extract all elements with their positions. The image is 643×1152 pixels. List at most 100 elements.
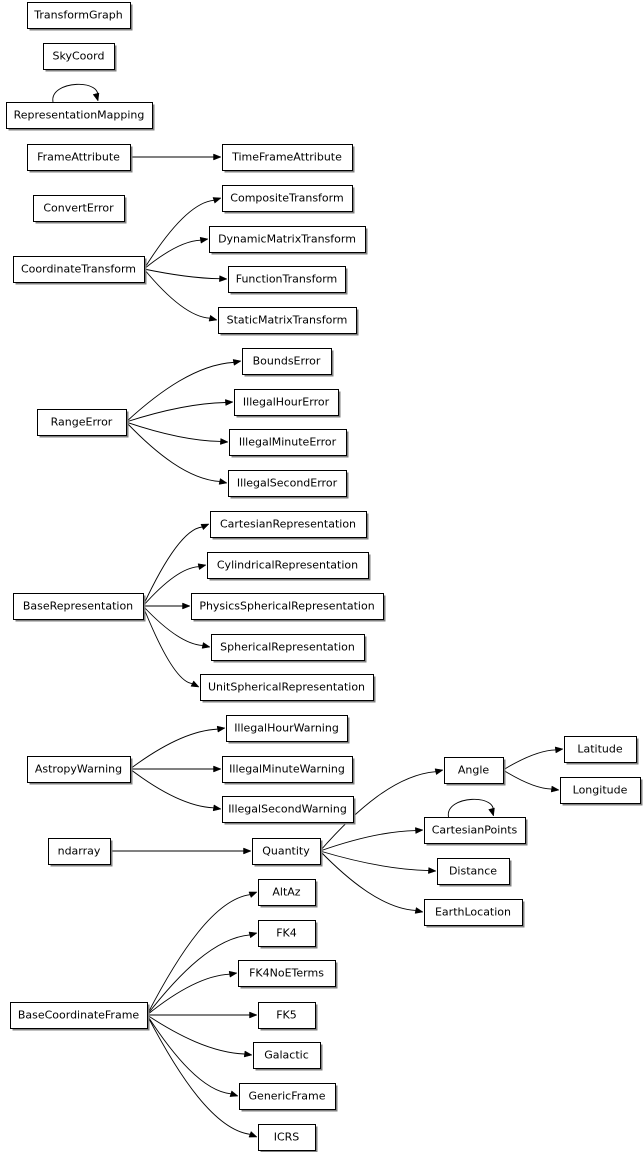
edge-RangeError-to-BoundsError [125,359,242,423]
class-node-ICRS[interactable]: ICRS [258,1124,318,1152]
class-node-CylindricalRepresentation[interactable]: CylindricalRepresentation [207,552,371,581]
node-border [222,144,353,171]
node-border [258,920,316,947]
class-node-PhysicsSphericalRepresentation[interactable]: PhysicsSphericalRepresentation [191,593,386,622]
class-node-IllegalHourWarning[interactable]: IllegalHourWarning [226,715,350,744]
class-node-FK4[interactable]: FK4 [258,920,318,949]
class-node-FrameAttribute[interactable]: FrameAttribute [27,144,133,173]
edge-CoordinateTransform-to-DynamicMatrixTransform [143,236,209,270]
class-node-Latitude[interactable]: Latitude [564,736,639,765]
node-border [424,899,523,926]
node-border [242,348,332,375]
node-border [211,634,365,661]
node-border [229,429,347,456]
class-node-CompositeTransform[interactable]: CompositeTransform [222,185,355,214]
node-border [560,777,641,804]
node-border [218,307,357,334]
class-node-Distance[interactable]: Distance [437,858,512,887]
edge-BaseCoordinateFrame-to-FK4NoETerms [146,970,238,1016]
class-node-IllegalHourError[interactable]: IllegalHourError [234,389,341,418]
class-node-Longitude[interactable]: Longitude [560,777,643,806]
edge-RangeError-to-IllegalMinuteError [125,421,229,445]
class-node-Quantity[interactable]: Quantity [252,838,323,867]
edge-BaseCoordinateFrame-to-FK5 [147,1011,258,1019]
class-node-BoundsError[interactable]: BoundsError [242,348,334,377]
class-node-TransformGraph[interactable]: TransformGraph [27,2,133,31]
node-border [222,185,353,212]
edge-BaseCoordinateFrame-to-ICRS [146,1014,258,1138]
class-node-CartesianPoints[interactable]: CartesianPoints [424,817,528,846]
node-border [258,1124,316,1151]
edge-BaseCoordinateFrame-to-AltAz [146,891,258,1016]
class-node-ndarray[interactable]: ndarray [48,838,113,867]
edge-RangeError-to-IllegalHourError [125,399,234,423]
edge-BaseCoordinateFrame-to-GenericFrame [146,1014,239,1097]
node-border [253,1042,321,1069]
edge-RepresentationMapping-to-RepresentationMapping [52,83,100,103]
node-border [6,102,153,129]
class-node-DynamicMatrixTransform[interactable]: DynamicMatrixTransform [209,226,368,255]
node-border [228,266,346,293]
node-border [33,195,125,222]
node-border [209,226,366,253]
node-border [48,838,111,865]
class-node-CartesianRepresentation[interactable]: CartesianRepresentation [210,511,369,540]
edge-Quantity-to-CartesianPoints [319,827,424,852]
node-border [207,552,369,579]
node-border [222,756,353,783]
node-border [238,960,336,987]
edge-Quantity-to-Distance [319,850,437,874]
edge-AstropyWarning-to-IllegalSecondWarning [129,768,222,812]
edge-Angle-to-Longitude [502,769,560,793]
node-border [564,736,637,763]
edge-CoordinateTransform-to-StaticMatrixTransform [143,268,218,322]
node-border [27,2,131,29]
edge-CartesianPoints-to-CartesianPoints [448,798,495,818]
edge-BaseRepresentation-to-PhysicsSphericalRepresentation [143,602,191,610]
node-border [437,858,510,885]
edge-Angle-to-Latitude [502,746,564,771]
node-border [200,674,374,701]
class-node-RepresentationMapping[interactable]: RepresentationMapping [6,102,155,131]
class-node-BaseRepresentation[interactable]: BaseRepresentation [13,593,146,622]
class-inheritance-diagram: TransformGraph SkyCoord RepresentationMapp… [6,2,643,1152]
class-node-IllegalMinuteError[interactable]: IllegalMinuteError [229,429,349,458]
class-node-StaticMatrixTransform[interactable]: StaticMatrixTransform [218,307,359,336]
class-node-IllegalSecondError[interactable]: IllegalSecondError [228,470,349,499]
class-node-IllegalMinuteWarning[interactable]: IllegalMinuteWarning [222,756,355,785]
node-border [27,144,131,171]
class-node-Angle[interactable]: Angle [444,757,506,786]
edge-RangeError-to-IllegalSecondError [125,421,228,485]
class-node-CoordinateTransform[interactable]: CoordinateTransform [13,256,147,285]
node-border [10,1002,148,1029]
edge-AstropyWarning-to-IllegalHourWarning [129,725,226,770]
node-border [226,715,348,742]
class-node-RangeError[interactable]: RangeError [37,409,129,438]
edge-BaseRepresentation-to-UnitSphericalRepresentation [142,605,200,688]
class-node-ConvertError[interactable]: ConvertError [33,195,127,224]
node-border [252,838,321,865]
class-node-AltAz[interactable]: AltAz [258,879,318,908]
node-border [234,389,339,416]
class-node-BaseCoordinateFrame[interactable]: BaseCoordinateFrame [10,1002,150,1031]
class-node-SphericalRepresentation[interactable]: SphericalRepresentation [211,634,367,663]
node-border [27,756,131,783]
node-border [13,256,145,283]
class-node-FK4NoETerms[interactable]: FK4NoETerms [238,960,338,989]
node-border [222,796,354,823]
class-node-UnitSphericalRepresentation[interactable]: UnitSphericalRepresentation [200,674,376,703]
edge-CoordinateTransform-to-FunctionTransform [143,268,228,283]
class-node-TimeFrameAttribute[interactable]: TimeFrameAttribute [222,144,355,173]
node-border [13,593,144,620]
class-node-GenericFrame[interactable]: GenericFrame [239,1083,338,1112]
class-node-FunctionTransform[interactable]: FunctionTransform [228,266,348,295]
class-node-FK5[interactable]: FK5 [258,1002,318,1031]
node-border [239,1083,336,1110]
node-border [191,593,384,620]
class-node-AstropyWarning[interactable]: AstropyWarning [27,756,133,785]
class-node-SkyCoord[interactable]: SkyCoord [43,43,117,72]
class-node-EarthLocation[interactable]: EarthLocation [424,899,525,928]
nodes-layer: TransformGraph SkyCoord RepresentationMapp… [6,2,643,1152]
class-node-IllegalSecondWarning[interactable]: IllegalSecondWarning [222,796,356,825]
class-node-Galactic[interactable]: Galactic [253,1042,323,1071]
